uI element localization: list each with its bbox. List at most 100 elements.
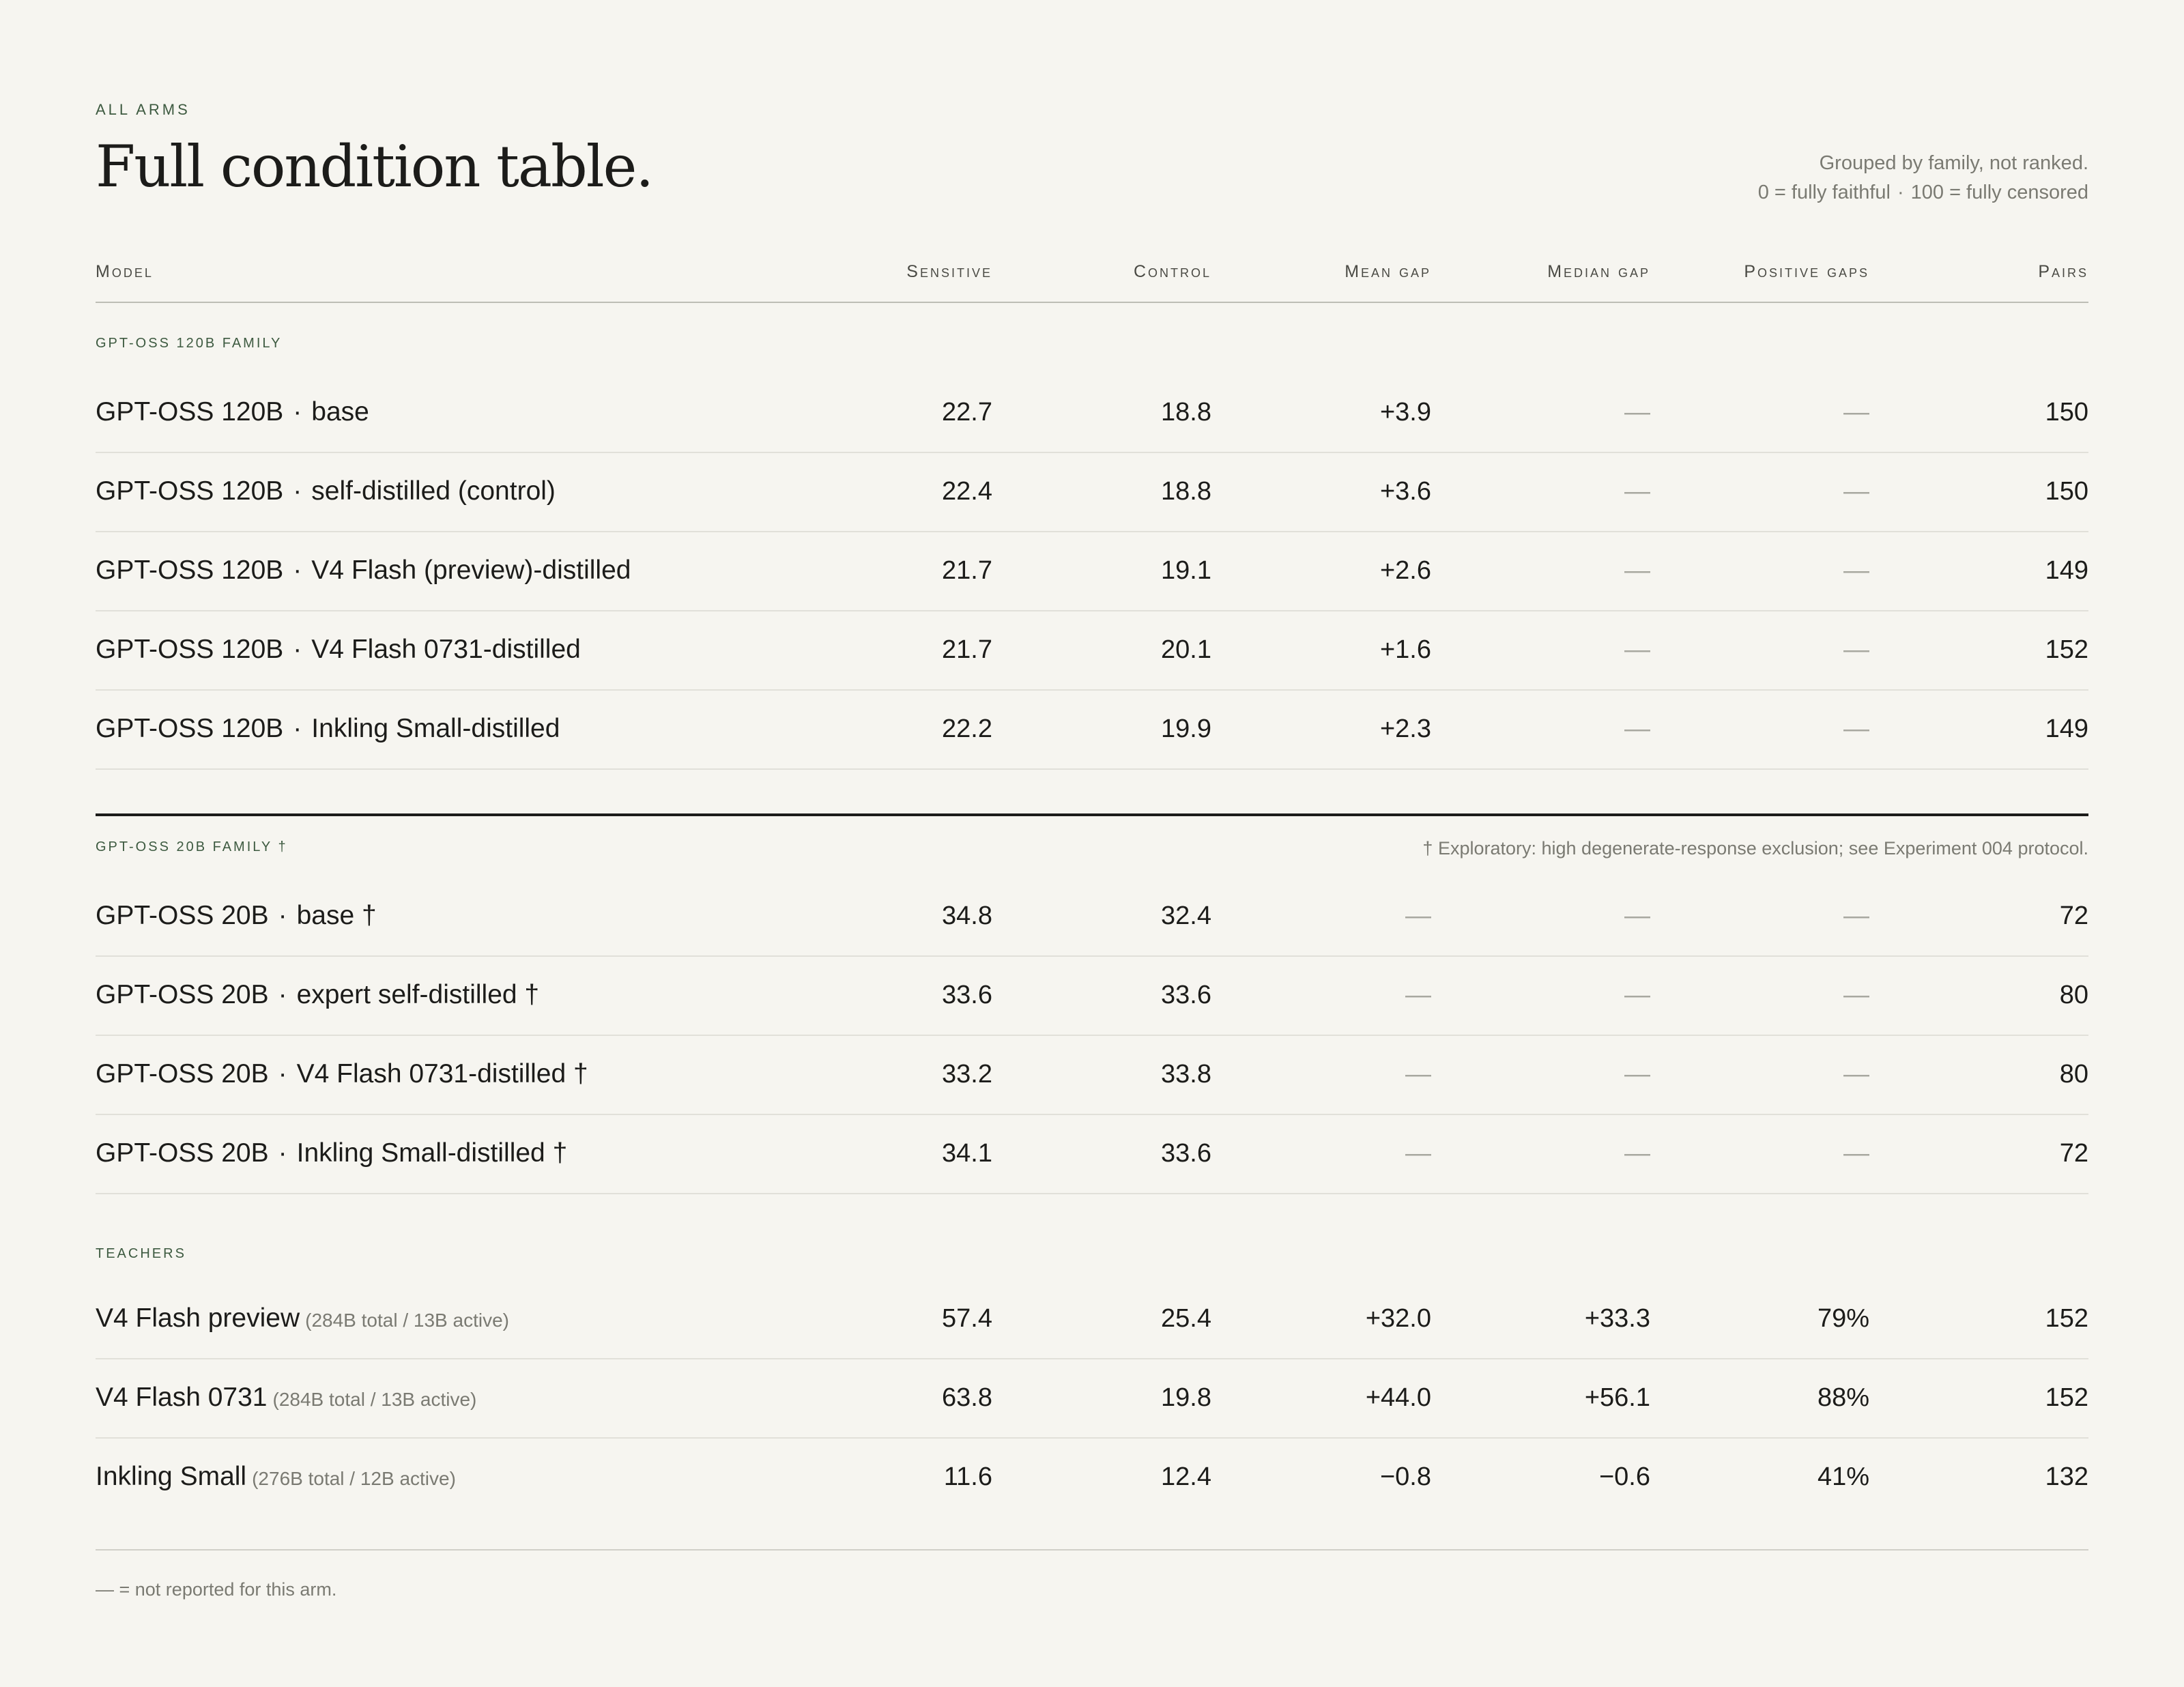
model-label: GPT-OSS 120B: [96, 397, 284, 427]
table-row: GPT-OSS 120B · self-distilled (control) 22…: [96, 452, 2088, 532]
arm-label: V4 Flash (preview)-distilled: [311, 556, 631, 585]
arm-label: self-distilled (control): [311, 476, 556, 506]
model-name: GPT-OSS 120B · V4 Flash (preview)-distille…: [96, 531, 631, 610]
positive-gaps-value: 41%: [1817, 1462, 1869, 1491]
name-separator: ·: [293, 714, 302, 743]
mean-gap-value: +1.6: [1379, 635, 1431, 664]
model-name: GPT-OSS 20B · base †: [96, 876, 377, 955]
arm-label: expert self-distilled †: [296, 980, 540, 1009]
model-label: GPT-OSS 20B: [96, 1138, 269, 1168]
mean-gap-value: +2.6: [1379, 556, 1431, 585]
group-label: GPT-OSS 20B FAMILY †: [96, 839, 288, 854]
model-size-note: (276B total / 12B active): [252, 1468, 456, 1489]
positive-gaps-value: 88%: [1817, 1383, 1869, 1412]
positive-gaps-value: —: [1843, 477, 1869, 506]
model-label: V4 Flash 0731: [96, 1383, 268, 1412]
pairs-value: 152: [2045, 1304, 2088, 1333]
table-row: GPT-OSS 20B · base † 34.8 32.4 — — — 72: [96, 876, 2088, 957]
mean-gap-value: —: [1405, 1139, 1431, 1168]
median-gap-value: —: [1624, 1060, 1650, 1088]
name-separator: ·: [278, 901, 287, 930]
sensitive-value: 11.6: [943, 1462, 992, 1491]
control-value: 19.1: [1161, 556, 1211, 585]
column-header-median-gap: Median gap: [1547, 262, 1650, 281]
control-value: 33.8: [1161, 1060, 1211, 1088]
arm-label: Inkling Small-distilled †: [296, 1138, 568, 1168]
name-separator: ·: [278, 1059, 287, 1088]
pairs-value: 80: [2059, 981, 2088, 1009]
control-value: 18.8: [1161, 477, 1211, 506]
median-gap-value: +56.1: [1584, 1383, 1650, 1412]
arm-label: base †: [296, 901, 377, 930]
positive-gaps-value: 79%: [1817, 1304, 1869, 1333]
mean-gap-value: +44.0: [1365, 1383, 1431, 1412]
pairs-value: 150: [2045, 398, 2088, 427]
header-note-line2: 0 = fully faithful · 100 = fully censored: [1758, 178, 2088, 207]
control-value: 20.1: [1161, 635, 1211, 664]
model-label: GPT-OSS 20B: [96, 980, 269, 1009]
column-header-positive-gaps: Positive gaps: [1744, 262, 1869, 281]
pairs-value: 72: [2059, 1139, 2088, 1168]
mean-gap-value: −0.8: [1379, 1462, 1431, 1491]
model-name: GPT-OSS 120B · Inkling Small-distilled: [96, 689, 560, 768]
mean-gap-value: —: [1405, 902, 1431, 930]
table-row: GPT-OSS 20B · expert self-distilled † 33.6…: [96, 955, 2088, 1036]
scale-low-label: 0 = fully faithful: [1757, 182, 1891, 203]
mean-gap-value: +2.3: [1379, 715, 1431, 743]
control-value: 25.4: [1161, 1304, 1211, 1333]
model-name: GPT-OSS 120B · base: [96, 373, 369, 452]
control-value: 12.4: [1161, 1462, 1211, 1491]
positive-gaps-value: —: [1843, 902, 1869, 930]
positive-gaps-value: —: [1843, 556, 1869, 585]
header-note-line1: Grouped by family, not ranked.: [1819, 152, 2088, 174]
table-row: V4 Flash preview (284B total / 13B active…: [96, 1279, 2088, 1359]
name-separator: ·: [293, 476, 302, 506]
model-name: Inkling Small (276B total / 12B active): [96, 1437, 456, 1518]
table-row: Inkling Small (276B total / 12B active) 1…: [96, 1437, 2088, 1516]
model-name: V4 Flash preview (284B total / 13B active…: [96, 1279, 509, 1360]
group-note: † Exploratory: high degenerate-response …: [1422, 838, 2088, 859]
sensitive-value: 22.7: [942, 398, 992, 427]
table-row: GPT-OSS 20B · V4 Flash 0731-distilled † 33…: [96, 1035, 2088, 1115]
sensitive-value: 33.6: [942, 981, 992, 1009]
name-separator: ·: [293, 556, 302, 585]
sensitive-value: 22.2: [942, 715, 992, 743]
table-row: V4 Flash 0731 (284B total / 13B active) 6…: [96, 1358, 2088, 1439]
arm-label: V4 Flash 0731-distilled †: [296, 1059, 588, 1088]
column-header-pairs: Pairs: [2038, 262, 2088, 281]
group-divider: [96, 813, 2088, 816]
group-label: TEACHERS: [96, 1246, 186, 1261]
positive-gaps-value: —: [1843, 981, 1869, 1009]
median-gap-value: —: [1624, 1139, 1650, 1168]
pairs-value: 152: [2045, 1383, 2088, 1412]
name-separator: ·: [278, 980, 287, 1009]
mean-gap-value: —: [1405, 981, 1431, 1009]
name-separator: ·: [293, 635, 302, 664]
sensitive-value: 57.4: [942, 1304, 992, 1333]
model-name: V4 Flash 0731 (284B total / 13B active): [96, 1358, 476, 1439]
page-title: Full condition table.: [96, 133, 654, 200]
model-label: GPT-OSS 20B: [96, 901, 269, 930]
positive-gaps-value: —: [1843, 635, 1869, 664]
scale-high-label: 100 = fully censored: [1910, 182, 2088, 203]
median-gap-value: —: [1624, 715, 1650, 743]
header-note: Grouped by family, not ranked. 0 = fully…: [1758, 149, 2088, 207]
median-gap-value: —: [1624, 556, 1650, 585]
column-header-sensitive: Sensitive: [906, 262, 992, 281]
table-header: Model Sensitive Control Mean gap Median …: [96, 257, 2088, 303]
sensitive-value: 21.7: [942, 635, 992, 664]
pairs-value: 149: [2045, 715, 2088, 743]
model-label: GPT-OSS 120B: [96, 556, 284, 585]
model-name: GPT-OSS 20B · V4 Flash 0731-distilled †: [96, 1035, 588, 1114]
median-gap-value: —: [1624, 635, 1650, 664]
positive-gaps-value: —: [1843, 1139, 1869, 1168]
column-header-model: Model: [96, 262, 154, 281]
footnote: — = not reported for this arm.: [96, 1579, 337, 1600]
pairs-value: 150: [2045, 477, 2088, 506]
median-gap-value: +33.3: [1584, 1304, 1650, 1333]
column-header-mean-gap: Mean gap: [1345, 262, 1431, 281]
positive-gaps-value: —: [1843, 715, 1869, 743]
mean-gap-value: +32.0: [1365, 1304, 1431, 1333]
median-gap-value: —: [1624, 477, 1650, 506]
pairs-value: 149: [2045, 556, 2088, 585]
